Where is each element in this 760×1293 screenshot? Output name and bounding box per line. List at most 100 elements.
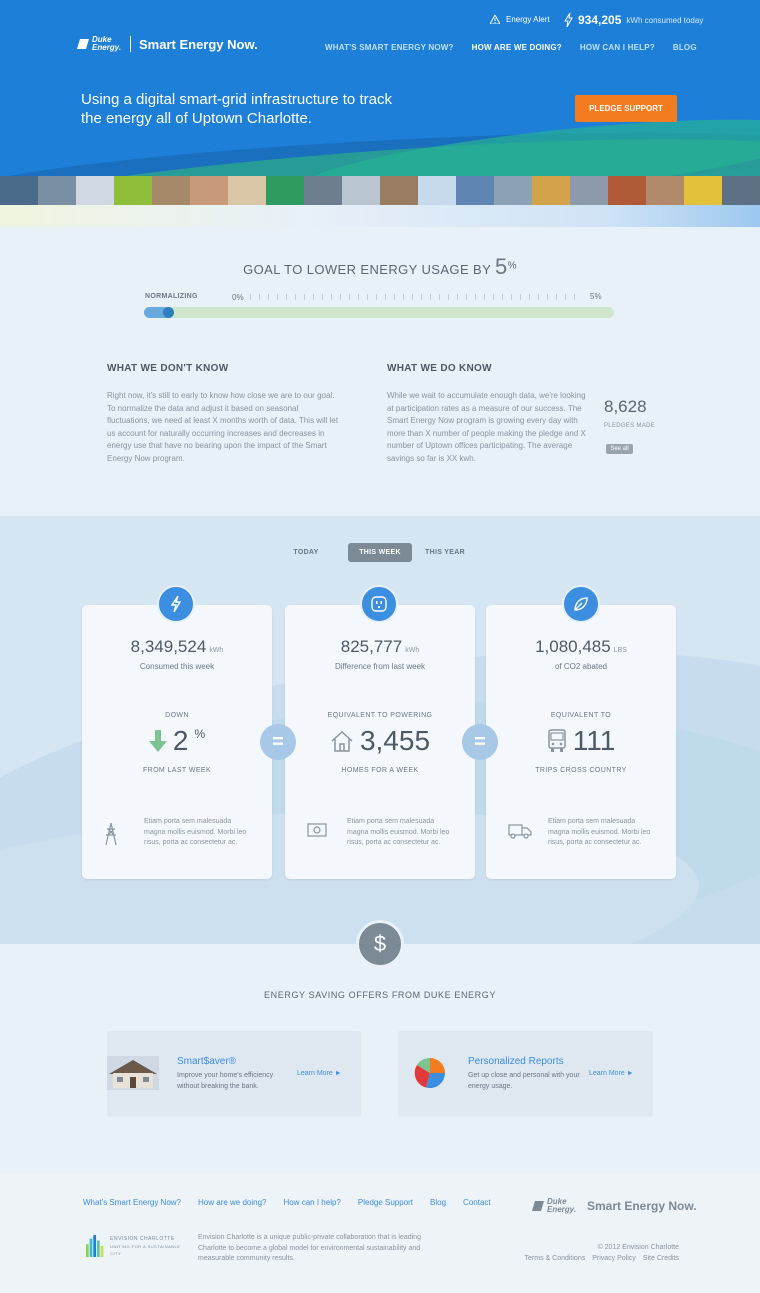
- duke-energy-logo: Duke Energy.: [532, 1198, 577, 1214]
- equals-icon: =: [260, 724, 296, 760]
- duke-swoosh-icon: [532, 1201, 544, 1211]
- equals-icon: =: [462, 724, 498, 760]
- stat-eq-bottom: FROM LAST WEEK: [142, 767, 212, 774]
- envision-tagline: UNITING FOR A SUSTAINABLE CITY: [110, 1243, 181, 1256]
- pledges-count: 8,628: [604, 397, 647, 416]
- stat-eq-value: 3,455: [285, 725, 475, 757]
- copyright: © 2012 Envision Charlotte: [597, 1244, 679, 1251]
- stat-eq-top: EQUIVALENT TO: [550, 712, 612, 719]
- tab-this-week[interactable]: THIS WEEK: [348, 543, 412, 562]
- stat-label: of CO2 abated: [554, 662, 608, 671]
- learn-more-link[interactable]: Learn More ►: [297, 1070, 342, 1077]
- tab-this-year[interactable]: THIS YEAR: [420, 543, 470, 562]
- bus-icon: [547, 729, 566, 752]
- nav-item-how-can-i-help[interactable]: HOW CAN I HELP?: [580, 43, 655, 52]
- duke-swoosh-icon: [77, 39, 89, 49]
- house-icon: [331, 730, 353, 752]
- legal-links: Terms & Conditions Privacy Policy Site C…: [525, 1255, 679, 1262]
- envision-skyline-icon: [86, 1235, 104, 1257]
- pie-chart-icon: [414, 1057, 446, 1089]
- footer-link[interactable]: What's Smart Energy Now?: [83, 1198, 181, 1207]
- footer-link[interactable]: Pledge Support: [358, 1198, 413, 1207]
- pledges-label: PLEDGES MADE: [604, 423, 655, 429]
- envision-name: ENVISION CHARLOTTE: [110, 1235, 175, 1242]
- footer-link[interactable]: Contact: [463, 1198, 491, 1207]
- offers-title: ENERGY SAVING OFFERS FROM DUKE ENERGY: [264, 990, 496, 1000]
- footer-link[interactable]: How are we doing?: [198, 1198, 266, 1207]
- stat-label: Difference from last week: [334, 662, 426, 671]
- consumed-label: kWh consumed today: [626, 15, 704, 25]
- goal-title: GOAL TO LOWER ENERGY USAGE BY 5%: [243, 254, 517, 279]
- stat-eq-bottom: TRIPS CROSS COUNTRY: [535, 767, 627, 774]
- money-bill-icon: [307, 823, 327, 842]
- stat-card-difference: 825,777 kWh Difference from last week EQU…: [285, 605, 475, 879]
- duke-energy-logo: Duke Energy.: [77, 36, 122, 52]
- stat-label: Consumed this week: [139, 662, 215, 671]
- stat-value: 1,080,485 LBS: [535, 637, 627, 656]
- outlet-icon: [360, 585, 398, 623]
- product-name: Smart Energy Now.: [587, 1199, 697, 1213]
- stat-foot-text: Etiam porta sem malesuada magna mollis e…: [347, 818, 450, 846]
- nav-item-how-are-we-doing[interactable]: HOW ARE WE DOING?: [472, 43, 562, 52]
- dont-know-heading: WHAT WE DON'T KNOW: [107, 363, 229, 374]
- logo-divider: [130, 36, 131, 52]
- envision-charlotte-logo[interactable]: ENVISION CHARLOTTE UNITING FOR A SUSTAIN…: [86, 1234, 186, 1258]
- stat-eq-value: 111: [486, 725, 676, 757]
- goal-progress-track: [144, 307, 614, 318]
- leaf-icon: [562, 585, 600, 623]
- offer-title[interactable]: Smart$aver®: [177, 1056, 236, 1067]
- product-name: Smart Energy Now.: [139, 36, 258, 52]
- terms-link[interactable]: Terms & Conditions: [525, 1255, 586, 1262]
- stat-value: 8,349,524 kWh: [130, 637, 224, 656]
- site-credits-link[interactable]: Site Credits: [643, 1255, 679, 1262]
- progress-start-label: 0%: [232, 293, 244, 302]
- stat-eq-top: EQUIVALENT TO POWERING: [327, 712, 433, 719]
- footer-link[interactable]: How can I help?: [284, 1198, 341, 1207]
- progress-ticks: [250, 294, 580, 300]
- offer-title[interactable]: Personalized Reports: [468, 1056, 564, 1067]
- offer-smartsaver: Smart$aver® Improve your home's efficien…: [107, 1031, 361, 1117]
- main-nav: WHAT'S SMART ENERGY NOW? HOW ARE WE DOIN…: [325, 43, 697, 52]
- lightning-icon: [157, 585, 195, 623]
- period-tabs: TODAY THIS WEEK THIS YEAR: [282, 543, 470, 562]
- down-arrow-icon: [148, 730, 167, 752]
- stat-value: 825,777 kWh: [340, 637, 420, 656]
- stat-foot-text: Etiam porta sem malesuada magna mollis e…: [548, 818, 651, 846]
- consumed-value: 934,205: [578, 13, 622, 27]
- learn-more-link[interactable]: Learn More ►: [589, 1070, 634, 1077]
- tagline: Using a digital smart-grid infrastructur…: [81, 91, 392, 127]
- lightning-icon: [564, 13, 573, 27]
- offer-personalized-reports: Personalized Reports Get up close and pe…: [398, 1031, 653, 1117]
- tab-spacer: [330, 543, 348, 562]
- consumed-today: 934,205 kWh consumed today: [564, 13, 703, 27]
- nav-item-whats-smart-energy[interactable]: WHAT'S SMART ENERGY NOW?: [325, 43, 454, 52]
- footer-logo: Duke Energy. Smart Energy Now.: [532, 1198, 697, 1214]
- footer-link[interactable]: Blog: [430, 1198, 446, 1207]
- warning-icon: [490, 15, 500, 24]
- progress-end-label: 5%: [590, 292, 602, 301]
- stat-card-co2: 1,080,485 LBS of CO2 abated EQUIVALENT TO…: [486, 605, 676, 879]
- footer-description: Envision Charlotte is a unique public-pr…: [198, 1234, 421, 1262]
- offer-desc: Improve your home's efficiency without b…: [177, 1072, 274, 1090]
- stat-foot-text: Etiam porta sem malesuada magna mollis e…: [144, 818, 247, 846]
- truck-icon: [508, 823, 532, 844]
- do-know-heading: WHAT WE DO KNOW: [387, 363, 492, 374]
- goal-value: 5: [494, 254, 508, 279]
- energy-alert[interactable]: Energy Alert: [490, 15, 550, 24]
- nav-item-blog[interactable]: BLOG: [673, 43, 697, 52]
- privacy-link[interactable]: Privacy Policy: [592, 1255, 636, 1262]
- goal-unit: %: [507, 260, 517, 272]
- logo[interactable]: Duke Energy. Smart Energy Now.: [77, 36, 258, 52]
- footer-nav: What's Smart Energy Now? How are we doin…: [83, 1198, 491, 1207]
- normalizing-label: NORMALIZING: [145, 293, 198, 300]
- stat-card-consumed: 8,349,524 kWh Consumed this week DOWN 2% …: [82, 605, 272, 879]
- do-know-body: While we wait to accumulate enough data,…: [387, 391, 586, 463]
- tab-today[interactable]: TODAY: [282, 543, 330, 562]
- house-photo: [107, 1056, 159, 1090]
- see-all-button[interactable]: See all: [606, 444, 633, 454]
- stat-eq-top: DOWN: [165, 712, 189, 719]
- pledge-support-button[interactable]: PLEDGE SUPPORT: [575, 95, 677, 122]
- power-tower-icon: [104, 822, 118, 850]
- tab-spacer: [412, 543, 420, 562]
- stat-eq-bottom: HOMES FOR A WEEK: [341, 767, 419, 774]
